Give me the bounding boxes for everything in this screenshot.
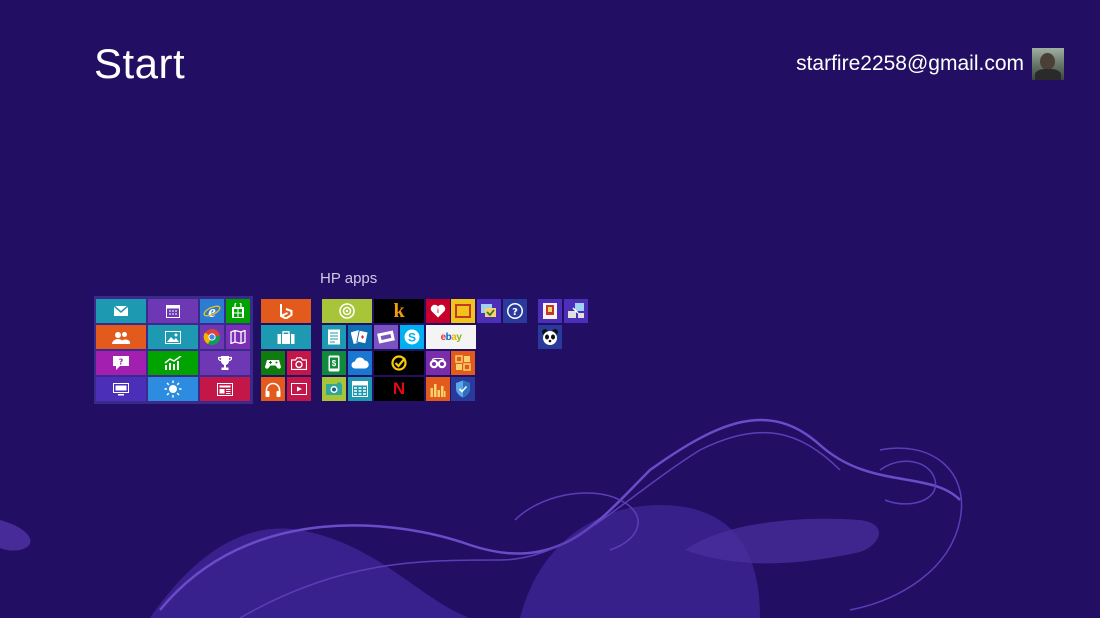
tile-app-b[interactable] [564,299,588,323]
tile-kindle[interactable]: k [374,299,424,323]
netflix-icon: N [392,379,406,398]
target-icon [339,303,355,319]
mail-icon [113,305,129,316]
desktop-icon [113,382,129,395]
audio-bars-icon [430,383,446,397]
group-label-hp-apps: HP apps [320,270,378,287]
store-icon [232,303,244,318]
ebay-icon: ebay [440,331,462,343]
kindle-icon: k [393,299,405,322]
tile-games[interactable] [261,351,285,375]
calculator-icon [352,381,368,397]
tile-desktop[interactable] [96,377,146,401]
xbox-games-icon [265,359,281,369]
headphones-icon [265,382,281,397]
skype-icon: S [404,329,420,345]
tile-music[interactable] [261,377,285,401]
cloud-icon [351,357,369,369]
tile-tickets[interactable] [374,325,398,349]
start-title: Start [94,40,186,87]
tile-sports[interactable] [200,351,250,375]
finance-icon [164,356,182,370]
svg-text:e: e [208,302,216,320]
tile-help[interactable]: ? [503,299,527,323]
tile-skype[interactable]: S [400,325,424,349]
tile-audio[interactable] [426,377,450,401]
tile-solitaire[interactable] [348,325,372,349]
photo-edit-icon [326,382,342,395]
tile-hp-support[interactable] [477,299,501,323]
slate-icon [455,304,471,318]
help-tips-icon: ? [113,356,129,370]
ticket-icon [377,330,395,344]
tile-travel[interactable] [261,325,311,349]
avatar[interactable] [1032,48,1064,80]
svg-text:$: $ [332,359,337,368]
notes-icon [328,329,340,345]
reader-icon [455,355,471,371]
camera-icon [291,356,307,370]
tile-maps[interactable] [226,325,250,349]
chrome-icon [203,329,221,346]
tile-video[interactable] [287,377,311,401]
iheartradio-icon: i [430,304,446,318]
tripadvisor-icon [429,357,447,368]
account-email: starfire2258@gmail.com [796,52,1024,75]
tile-store[interactable] [226,299,250,323]
sports-trophy-icon [218,356,232,370]
news-icon [217,382,233,396]
tile-news[interactable] [200,377,250,401]
tile-onedrive[interactable] [348,351,372,375]
tile-bing[interactable] [261,299,311,323]
svg-text:?: ? [119,358,124,367]
tile-chrome[interactable] [200,325,224,349]
tile-security[interactable] [451,377,475,401]
tile-calculator[interactable] [348,377,372,401]
app-b-icon [568,303,584,318]
help-icon: ? [507,303,523,319]
tile-weather[interactable] [148,377,198,401]
cards-icon [351,329,369,345]
tile-people[interactable] [96,325,146,349]
tile-tripadvisor[interactable] [426,351,450,375]
bing-icon [280,304,293,319]
photos-icon [165,330,181,344]
tile-hp-connected[interactable] [322,299,372,323]
tile-mail[interactable] [96,299,146,323]
user-account[interactable]: starfire2258@gmail.com [796,48,1064,80]
internet-explorer-icon: e [203,302,221,320]
tile-help-tips[interactable]: ? [96,351,146,375]
tile-camera[interactable] [287,351,311,375]
panda-icon [542,329,558,345]
tile-panda[interactable] [538,325,562,349]
norton-icon [391,355,407,371]
app-a-icon [543,303,557,319]
tile-norton[interactable] [374,351,424,375]
people-icon [112,331,130,344]
tile-iheartradio[interactable]: i [426,299,450,323]
tile-cyberlink[interactable] [322,377,346,401]
tile-photos[interactable] [148,325,198,349]
tile-notes[interactable] [322,325,346,349]
tile-netflix[interactable]: N [374,377,424,401]
calendar-icon [166,304,180,318]
hp-support-icon [481,304,496,317]
tile-app-a[interactable] [538,299,562,323]
video-icon [291,383,307,395]
svg-text:?: ? [512,307,518,318]
shield-icon [456,380,470,398]
tile-ebay[interactable]: ebay [426,325,476,349]
travel-icon [277,330,295,344]
tile-reader[interactable] [451,351,475,375]
tile-calendar[interactable] [148,299,198,323]
phone-money-icon: $ [328,355,340,371]
tile-finance[interactable] [148,351,198,375]
weather-icon [164,380,182,398]
tile-yellow-app[interactable] [451,299,475,323]
maps-icon [230,330,246,344]
svg-text:S: S [408,331,416,345]
tile-internet-explorer[interactable]: e [200,299,224,323]
tile-money[interactable]: $ [322,351,346,375]
